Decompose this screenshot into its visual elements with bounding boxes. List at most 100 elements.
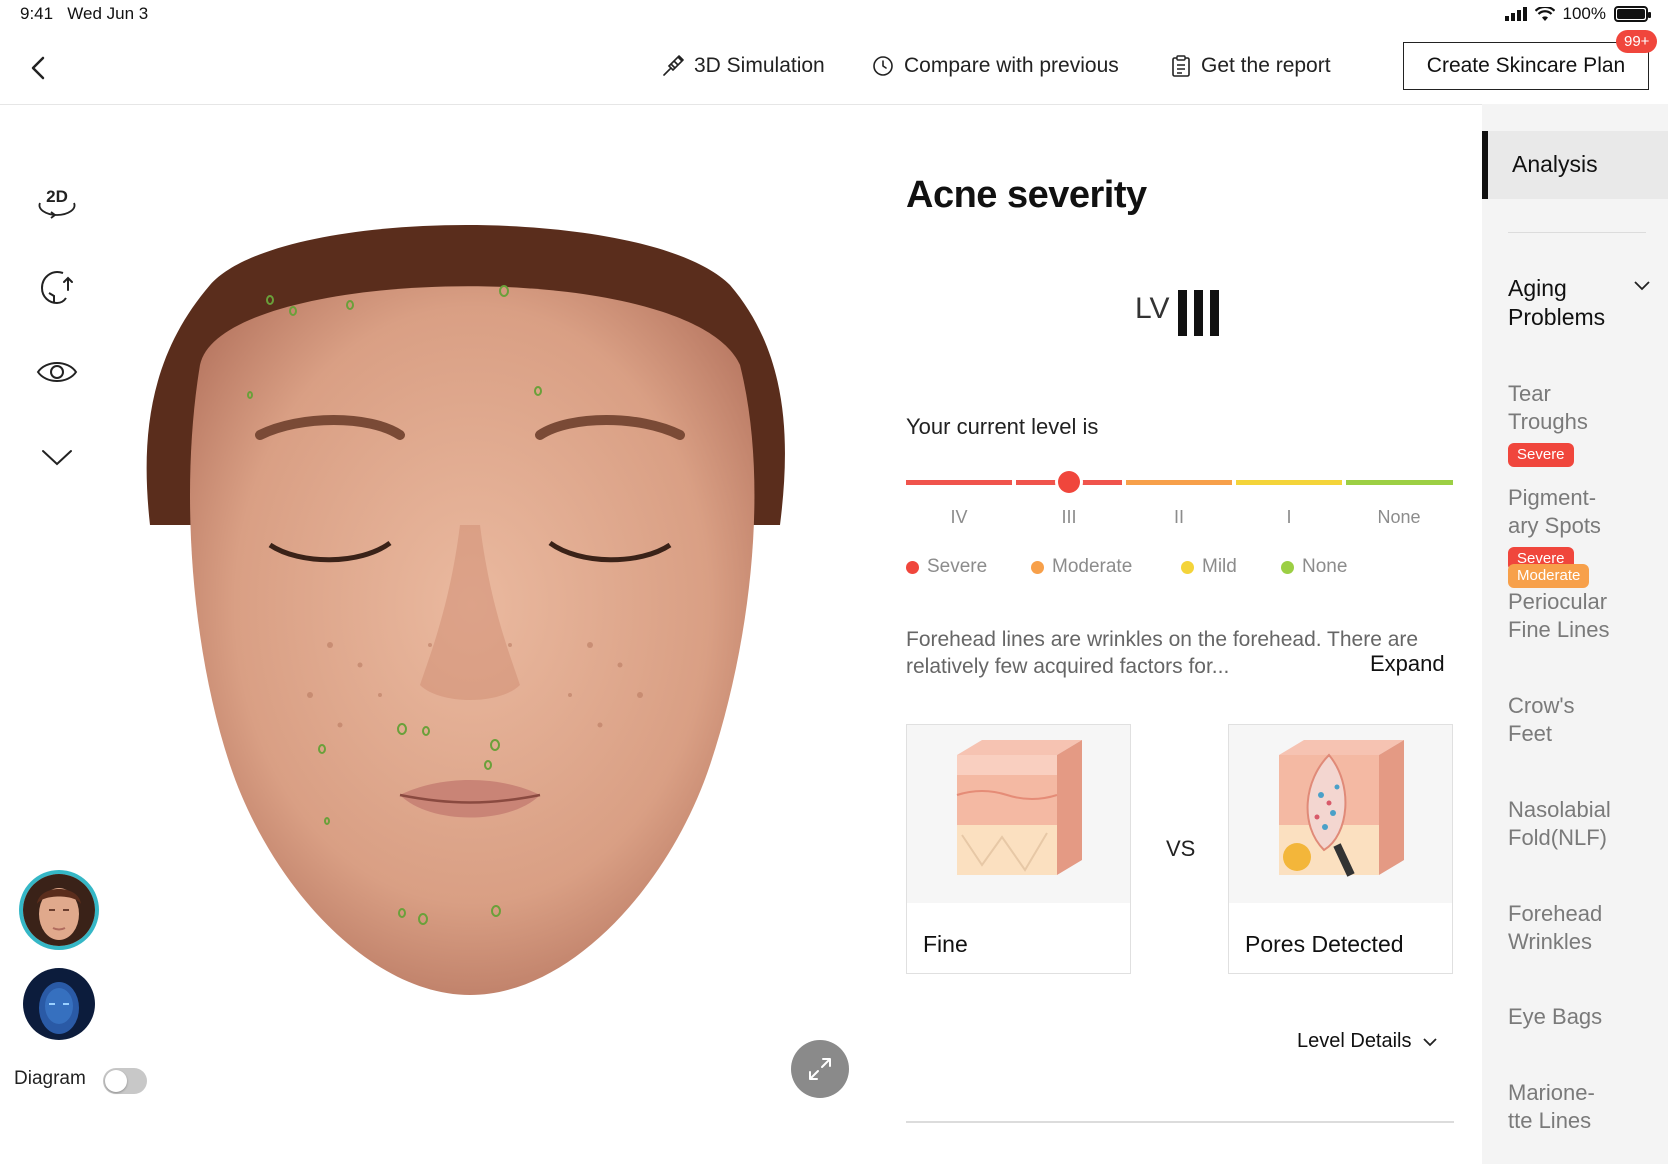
skin-block-icon xyxy=(956,740,1082,875)
2d-view-toggle[interactable]: 2D xyxy=(34,178,80,224)
fine-skin-illustration xyxy=(907,725,1130,903)
get-report-button[interactable]: Get the report xyxy=(1171,54,1331,78)
sidebar-item-tear-troughs[interactable]: Tear Troughs xyxy=(1508,380,1608,436)
scale-label-i: I xyxy=(1286,507,1292,527)
head-rotate-icon xyxy=(40,271,73,305)
sidebar-tab-analysis-label: Analysis xyxy=(1512,151,1598,177)
battery-percent: 100% xyxy=(1562,4,1606,23)
pores-skin-illustration xyxy=(1229,725,1452,903)
legend-dot-none xyxy=(1281,560,1294,574)
level-roman-numeral xyxy=(1178,290,1219,338)
diagram-toggle[interactable] xyxy=(103,1068,147,1094)
status-indicators: 100% xyxy=(1504,4,1651,24)
get-report-label: Get the report xyxy=(1201,54,1331,77)
status-date: Wed Jun 3 xyxy=(67,4,149,23)
scale-segment-ii xyxy=(1126,480,1232,485)
photo-thumbnail-uv[interactable] xyxy=(23,968,95,1040)
card-label-fine: Fine xyxy=(923,931,968,957)
battery-icon xyxy=(1614,6,1651,22)
sidebar-item-marionette-lines[interactable]: Marione-tte Lines xyxy=(1508,1079,1618,1135)
sidebar-divider xyxy=(1508,232,1646,233)
face-thumbnail-icon xyxy=(23,874,95,946)
sidebar-item-crows-feet[interactable]: Crow's Feet xyxy=(1508,692,1608,748)
eye-icon xyxy=(36,362,78,382)
syringe-icon xyxy=(663,55,684,76)
chevron-down-icon xyxy=(42,450,72,466)
visibility-button[interactable] xyxy=(34,349,80,395)
scale-label-iv: IV xyxy=(950,507,968,527)
level-details-toggle[interactable]: Level Details xyxy=(1297,1030,1438,1053)
scale-label-iii: III xyxy=(1061,507,1077,527)
diagram-label: Diagram xyxy=(14,1068,86,1089)
level-indicator-dot xyxy=(1058,471,1080,493)
face-3d-view[interactable] xyxy=(130,225,810,1015)
view-mode-text: 2D xyxy=(46,187,68,206)
status-clock: 9:41 xyxy=(20,4,54,23)
legend-moderate: Moderate xyxy=(1031,556,1132,578)
scale-label-none: None xyxy=(1377,507,1421,527)
clock-icon xyxy=(873,56,893,76)
badge-pigmentary-moderate: Moderate xyxy=(1508,564,1590,588)
description-text: Forehead lines are wrinkles on the foreh… xyxy=(906,628,1419,678)
chevron-left-icon xyxy=(31,56,45,80)
notification-badge: 99+ xyxy=(1616,30,1658,53)
level-prefix: LV xyxy=(1135,292,1170,325)
rotate-face-button[interactable] xyxy=(34,264,80,310)
more-tools-button[interactable] xyxy=(34,434,80,480)
pore-block-icon xyxy=(1279,740,1404,877)
chevron-down-icon xyxy=(1422,1037,1437,1046)
legend-dot-mild xyxy=(1181,560,1194,574)
legend-label-moderate: Moderate xyxy=(1052,556,1133,577)
legend-label-none: None xyxy=(1302,556,1348,577)
3d-simulation-label: 3D Simulation xyxy=(694,54,825,77)
create-skincare-plan-label: Create Skincare Plan xyxy=(1426,54,1626,77)
card-label-pores: Pores Detected xyxy=(1245,931,1404,957)
level-bar xyxy=(1178,290,1187,336)
vs-label: VS xyxy=(1166,836,1196,861)
fullscreen-button[interactable] xyxy=(791,1040,849,1098)
compare-label: Compare with previous xyxy=(904,54,1119,77)
current-level-label: Your current level is xyxy=(906,414,1099,439)
comparison-card-pores[interactable]: Pores Detected xyxy=(1228,724,1453,974)
level-bar xyxy=(1210,290,1219,336)
sidebar-item-eye-bags[interactable]: Eye Bags xyxy=(1508,1003,1638,1031)
scale-segment-iv xyxy=(906,480,1012,485)
back-button[interactable] xyxy=(24,50,52,86)
expand-arrows-icon xyxy=(809,1058,831,1080)
status-time: 9:41 Wed Jun 3 xyxy=(20,4,148,24)
chevron-down-icon xyxy=(1634,281,1650,291)
legend-dot-moderate xyxy=(1031,560,1044,574)
sidebar-item-periocular-fine-lines[interactable]: Periocular Fine Lines xyxy=(1508,588,1638,644)
level-bar xyxy=(1194,290,1203,336)
top-bar: 3D Simulation Compare with previous Get … xyxy=(0,30,1668,105)
rotate-2d-icon: 2D xyxy=(38,187,76,219)
legend-severe: Severe xyxy=(906,556,987,578)
3d-simulation-button[interactable]: 3D Simulation xyxy=(662,54,825,78)
create-skincare-plan-button[interactable]: Create Skincare Plan xyxy=(1403,42,1649,90)
legend-label-mild: Mild xyxy=(1202,556,1237,577)
wifi-icon xyxy=(1534,6,1555,21)
legend-label-severe: Severe xyxy=(927,556,988,577)
sidebar-item-nasolabial-fold[interactable]: Nasolabial Fold(NLF) xyxy=(1508,796,1638,852)
sidebar-tab-analysis[interactable]: Analysis xyxy=(1482,131,1668,199)
battery-fill xyxy=(1617,9,1645,19)
diagram-toggle-knob xyxy=(105,1070,127,1092)
group-collapse-toggle[interactable] xyxy=(1633,279,1651,297)
expand-description-link[interactable]: Expand xyxy=(1370,651,1445,677)
comparison-card-fine[interactable]: Fine xyxy=(906,724,1131,974)
signal-icon xyxy=(1504,7,1527,21)
photo-thumbnail-face[interactable] xyxy=(23,874,95,946)
legend-none: None xyxy=(1281,556,1347,578)
section-divider xyxy=(906,1121,1454,1123)
face-render-image xyxy=(146,225,785,995)
scale-segment-none xyxy=(1346,480,1453,485)
scale-segment-i xyxy=(1236,480,1342,485)
sidebar-item-forehead-wrinkles[interactable]: Forehead Wrinkles xyxy=(1508,900,1628,956)
sidebar-group-aging-problems[interactable]: Aging Problems xyxy=(1508,274,1620,332)
sidebar-item-pigmentary-spots[interactable]: Pigment-ary Spots xyxy=(1508,484,1618,540)
compare-button[interactable]: Compare with previous xyxy=(872,54,1119,78)
scale-label-ii: II xyxy=(1173,507,1184,527)
badge-tear-troughs: Severe xyxy=(1508,443,1574,467)
legend-dot-severe xyxy=(906,560,919,574)
analysis-title: Acne severity xyxy=(906,174,1147,216)
